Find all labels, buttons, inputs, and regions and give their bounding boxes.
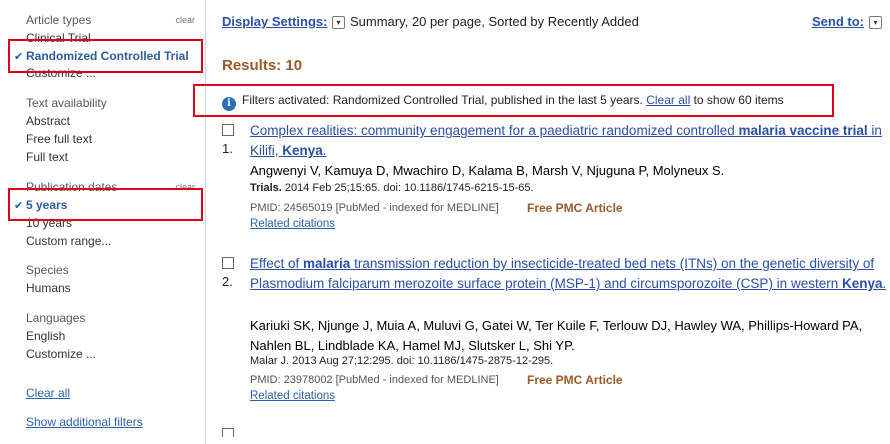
clear-all-filters-link[interactable]: Clear all [26, 386, 70, 400]
filter-sidebar: Article types clear Clinical Trial ✔ Ran… [0, 0, 206, 444]
result-journal: Trials. 2014 Feb 25;15:65. doi: 10.1186/… [250, 182, 534, 194]
filter-full-text[interactable]: Full text [26, 150, 68, 164]
highlight-box [8, 188, 203, 221]
article-types-heading: Article types [26, 13, 92, 27]
result-journal: Malar J. 2013 Aug 27;12:295. doi: 10.118… [250, 355, 553, 367]
title-keyword[interactable]: malaria [303, 256, 350, 271]
results-count: Results: 10 [222, 57, 303, 74]
show-additional-filters-link[interactable]: Show additional filters [26, 415, 143, 429]
chevron-down-icon[interactable]: ▾ [332, 16, 345, 29]
title-text[interactable]: . [883, 276, 887, 291]
filter-abstract[interactable]: Abstract [26, 114, 70, 128]
title-keyword[interactable]: Kenya [842, 276, 883, 291]
result-pmid: PMID: 23978002 [PubMed - indexed for MED… [250, 374, 499, 386]
journal-citation: 2014 Feb 25;15:65. doi: 10.1186/1745-621… [281, 182, 534, 194]
journal-name: Malar J. [250, 355, 290, 367]
result-number: 2. [222, 274, 233, 289]
filter-free-full-text[interactable]: Free full text [26, 132, 92, 146]
highlight-box [8, 39, 203, 73]
info-icon: i [222, 97, 236, 111]
result-authors: Kariuki SK, Njunge J, Muia A, Muluvi G, … [250, 318, 863, 353]
result-number: 1. [222, 141, 233, 156]
filter-notice-suffix: to show 60 items [693, 93, 784, 107]
languages-customize-link[interactable]: Customize ... [26, 347, 96, 361]
free-pmc-article-link[interactable]: Free PMC Article [527, 201, 623, 215]
filter-humans[interactable]: Humans [26, 281, 71, 295]
result-checkbox[interactable] [222, 257, 234, 269]
text-availability-heading: Text availability [26, 96, 107, 110]
chevron-down-icon[interactable]: ▾ [869, 16, 882, 29]
title-keyword[interactable]: malaria vaccine trial [739, 123, 868, 138]
results-panel: Display Settings: ▾ Summary, 20 per page… [193, 0, 890, 444]
filter-notice-text: Filters activated: Randomized Controlled… [242, 93, 643, 107]
article-types-clear-link[interactable]: clear [175, 15, 195, 25]
filter-custom-range[interactable]: Custom range... [26, 234, 111, 248]
result-checkbox[interactable] [222, 124, 234, 136]
result-title-link[interactable]: Effect of malaria transmission reduction… [250, 254, 890, 294]
result-pmid: PMID: 24565019 [PubMed - indexed for MED… [250, 202, 499, 214]
title-text[interactable]: Complex realities: community engagement … [250, 123, 739, 138]
title-text[interactable]: . [323, 143, 327, 158]
filter-english[interactable]: English [26, 329, 65, 343]
clear-all-link[interactable]: Clear all [646, 93, 690, 107]
filter-notice: i Filters activated: Randomized Controlle… [222, 93, 784, 111]
related-citations-link[interactable]: Related citations [250, 218, 335, 230]
display-settings-summary: Summary, 20 per page, Sorted by Recently… [350, 14, 639, 29]
languages-heading: Languages [26, 311, 86, 325]
result-authors: Angwenyi V, Kamuya D, Mwachiro D, Kalama… [250, 163, 725, 178]
result-checkbox[interactable] [222, 428, 234, 437]
title-keyword[interactable]: Kenya [282, 143, 323, 158]
send-to-link[interactable]: Send to: [812, 14, 864, 29]
journal-name: Trials. [250, 182, 282, 194]
title-text[interactable]: Effect of [250, 256, 303, 271]
related-citations-link[interactable]: Related citations [250, 390, 335, 402]
display-settings-link[interactable]: Display Settings: [222, 14, 327, 29]
species-heading: Species [26, 263, 69, 277]
journal-citation: 2013 Aug 27;12:295. doi: 10.1186/1475-28… [289, 355, 554, 367]
free-pmc-article-link[interactable]: Free PMC Article [527, 373, 623, 387]
result-title-link[interactable]: Complex realities: community engagement … [250, 121, 886, 161]
